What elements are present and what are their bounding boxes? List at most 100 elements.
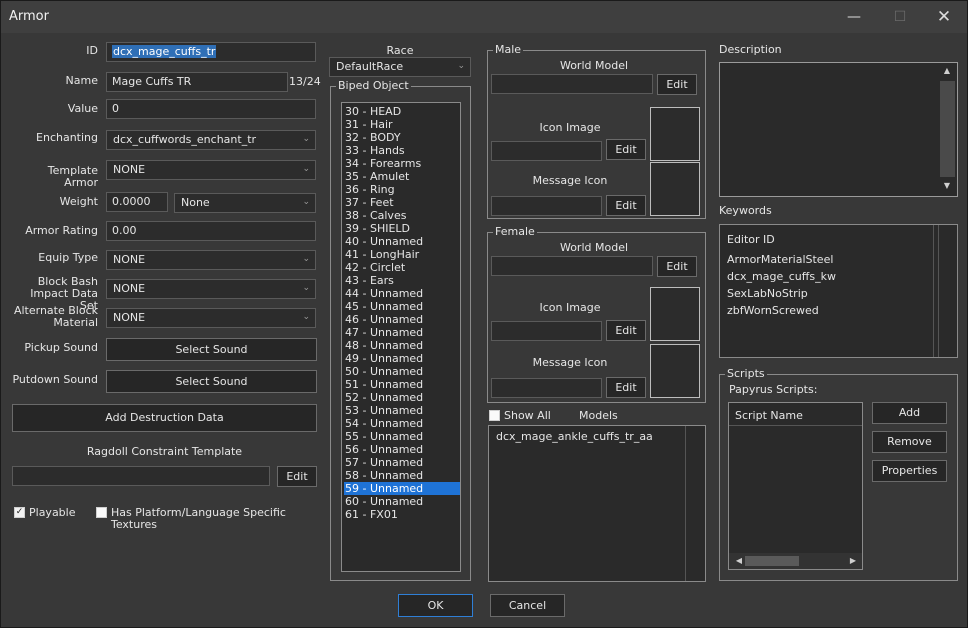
biped-list-item[interactable]: 53 - Unnamed bbox=[344, 404, 460, 417]
female-icon-image-input[interactable] bbox=[491, 321, 602, 341]
male-world-model-input[interactable] bbox=[491, 74, 653, 94]
biped-list-item[interactable]: 35 - Amulet bbox=[344, 170, 460, 183]
biped-list-item[interactable]: 42 - Circlet bbox=[344, 261, 460, 274]
keywords-list[interactable]: Editor ID ArmorMaterialSteel dcx_mage_cu… bbox=[719, 224, 958, 358]
list-item[interactable]: dcx_mage_ankle_cuffs_tr_aa bbox=[495, 430, 675, 443]
biped-list-item[interactable]: 40 - Unnamed bbox=[344, 235, 460, 248]
biped-list-item[interactable]: 48 - Unnamed bbox=[344, 339, 460, 352]
script-properties-button[interactable]: Properties bbox=[872, 460, 947, 482]
female-message-icon-input[interactable] bbox=[491, 378, 602, 398]
female-message-icon-edit-button[interactable]: Edit bbox=[606, 377, 646, 398]
biped-list-item[interactable]: 44 - Unnamed bbox=[344, 287, 460, 300]
race-dropdown[interactable]: DefaultRace ⌄ bbox=[329, 57, 471, 77]
biped-list-item[interactable]: 50 - Unnamed bbox=[344, 365, 460, 378]
ragdoll-input[interactable] bbox=[12, 466, 270, 486]
list-item[interactable]: ArmorMaterialSteel bbox=[727, 253, 833, 266]
id-input[interactable]: dcx_mage_cuffs_tr bbox=[106, 42, 316, 62]
scripts-header-script-name[interactable]: Script Name bbox=[735, 409, 803, 422]
biped-list-item[interactable]: 51 - Unnamed bbox=[344, 378, 460, 391]
platform-textures-checkbox[interactable] bbox=[96, 507, 107, 518]
scrollbar-track[interactable] bbox=[940, 81, 955, 177]
biped-list-item[interactable]: 31 - Hair bbox=[344, 118, 460, 131]
male-world-model-edit-button[interactable]: Edit bbox=[657, 74, 697, 95]
male-icon-image-preview bbox=[650, 107, 700, 161]
female-label: Female bbox=[493, 225, 537, 238]
biped-list-item[interactable]: 37 - Feet bbox=[344, 196, 460, 209]
female-world-model-edit-button[interactable]: Edit bbox=[657, 256, 697, 277]
header-divider bbox=[729, 425, 862, 426]
biped-list-item[interactable]: 30 - HEAD bbox=[344, 105, 460, 118]
biped-list-item[interactable]: 55 - Unnamed bbox=[344, 430, 460, 443]
add-destruction-data-button[interactable]: Add Destruction Data bbox=[12, 404, 317, 432]
name-input[interactable]: Mage Cuffs TR bbox=[106, 72, 288, 92]
female-message-icon-preview bbox=[650, 344, 700, 398]
scroll-down-icon[interactable]: ▼ bbox=[939, 181, 955, 190]
male-icon-image-input[interactable] bbox=[491, 141, 602, 161]
biped-list-item[interactable]: 43 - Ears bbox=[344, 274, 460, 287]
biped-list-item[interactable]: 49 - Unnamed bbox=[344, 352, 460, 365]
models-list[interactable]: dcx_mage_ankle_cuffs_tr_aa bbox=[488, 425, 706, 582]
remove-script-button[interactable]: Remove bbox=[872, 431, 947, 453]
description-scrollbar[interactable]: ▲ ▼ bbox=[938, 63, 957, 196]
putdown-select-sound-button[interactable]: Select Sound bbox=[106, 370, 317, 393]
biped-list-item[interactable]: 59 - Unnamed bbox=[344, 482, 460, 495]
description-textarea[interactable]: ▲ ▼ bbox=[719, 62, 958, 197]
template-armor-dropdown[interactable]: NONE ⌄ bbox=[106, 160, 316, 180]
biped-list-item[interactable]: 54 - Unnamed bbox=[344, 417, 460, 430]
biped-object-list[interactable]: 30 - HEAD 31 - Hair 32 - BODY 33 - Hands 34 … bbox=[341, 102, 461, 572]
biped-list-item[interactable]: 33 - Hands bbox=[344, 144, 460, 157]
ragdoll-edit-button[interactable]: Edit bbox=[277, 466, 317, 487]
keywords-header-editor-id[interactable]: Editor ID bbox=[727, 233, 775, 246]
biped-list-item[interactable]: 58 - Unnamed bbox=[344, 469, 460, 482]
list-item[interactable]: dcx_mage_cuffs_kw bbox=[727, 270, 836, 283]
biped-list-item[interactable]: 41 - LongHair bbox=[344, 248, 460, 261]
title-bar: Armor — ☐ ✕ bbox=[1, 1, 967, 33]
biped-list-item[interactable]: 60 - Unnamed bbox=[344, 495, 460, 508]
biped-list-item[interactable]: 36 - Ring bbox=[344, 183, 460, 196]
list-item[interactable]: SexLabNoStrip bbox=[727, 287, 808, 300]
male-message-icon-input[interactable] bbox=[491, 196, 602, 216]
playable-checkbox[interactable]: ✓ bbox=[14, 507, 25, 518]
female-icon-image-edit-button[interactable]: Edit bbox=[606, 320, 646, 341]
biped-list-item[interactable]: 56 - Unnamed bbox=[344, 443, 460, 456]
minimize-button[interactable]: — bbox=[831, 1, 877, 33]
block-bash-value: NONE bbox=[113, 282, 146, 295]
chevron-down-icon: ⌄ bbox=[302, 164, 310, 174]
male-message-icon-edit-button[interactable]: Edit bbox=[606, 195, 646, 216]
scrollbar-thumb[interactable] bbox=[745, 556, 799, 566]
scroll-right-icon[interactable]: ▶ bbox=[845, 556, 861, 565]
ok-button[interactable]: OK bbox=[398, 594, 473, 617]
block-bash-dropdown[interactable]: NONE ⌄ bbox=[106, 279, 316, 299]
add-script-button[interactable]: Add bbox=[872, 402, 947, 424]
biped-list-item[interactable]: 39 - SHIELD bbox=[344, 222, 460, 235]
show-all-checkbox[interactable] bbox=[489, 410, 500, 421]
female-world-model-input[interactable] bbox=[491, 256, 653, 276]
biped-list-item[interactable]: 47 - Unnamed bbox=[344, 326, 460, 339]
maximize-button[interactable]: ☐ bbox=[877, 1, 923, 33]
list-item[interactable]: zbfWornScrewed bbox=[727, 304, 819, 317]
equip-type-value: NONE bbox=[113, 253, 146, 266]
alternate-block-dropdown[interactable]: NONE ⌄ bbox=[106, 308, 316, 328]
weight-input[interactable]: 0.0000 bbox=[106, 192, 168, 212]
pickup-select-sound-button[interactable]: Select Sound bbox=[106, 338, 317, 361]
male-icon-image-edit-button[interactable]: Edit bbox=[606, 139, 646, 160]
female-icon-image-preview bbox=[650, 287, 700, 341]
close-button[interactable]: ✕ bbox=[921, 1, 967, 33]
biped-list-item[interactable]: 57 - Unnamed bbox=[344, 456, 460, 469]
value-input[interactable]: 0 bbox=[106, 99, 316, 119]
weight-type-dropdown[interactable]: None ⌄ bbox=[174, 193, 316, 213]
equip-type-dropdown[interactable]: NONE ⌄ bbox=[106, 250, 316, 270]
scripts-list[interactable]: Script Name ◀ ▶ bbox=[728, 402, 863, 570]
biped-list-item[interactable]: 52 - Unnamed bbox=[344, 391, 460, 404]
biped-list-item[interactable]: 61 - FX01 bbox=[344, 508, 460, 521]
biped-list-item[interactable]: 34 - Forearms bbox=[344, 157, 460, 170]
biped-list-item[interactable]: 38 - Calves bbox=[344, 209, 460, 222]
scroll-up-icon[interactable]: ▲ bbox=[939, 66, 955, 75]
scripts-horizontal-scrollbar[interactable]: ◀ ▶ bbox=[729, 553, 862, 569]
biped-list-item[interactable]: 46 - Unnamed bbox=[344, 313, 460, 326]
biped-list-item[interactable]: 32 - BODY bbox=[344, 131, 460, 144]
armor-rating-input[interactable]: 0.00 bbox=[106, 221, 316, 241]
biped-list-item[interactable]: 45 - Unnamed bbox=[344, 300, 460, 313]
cancel-button[interactable]: Cancel bbox=[490, 594, 565, 617]
enchanting-dropdown[interactable]: dcx_cuffwords_enchant_tr ⌄ bbox=[106, 130, 316, 150]
